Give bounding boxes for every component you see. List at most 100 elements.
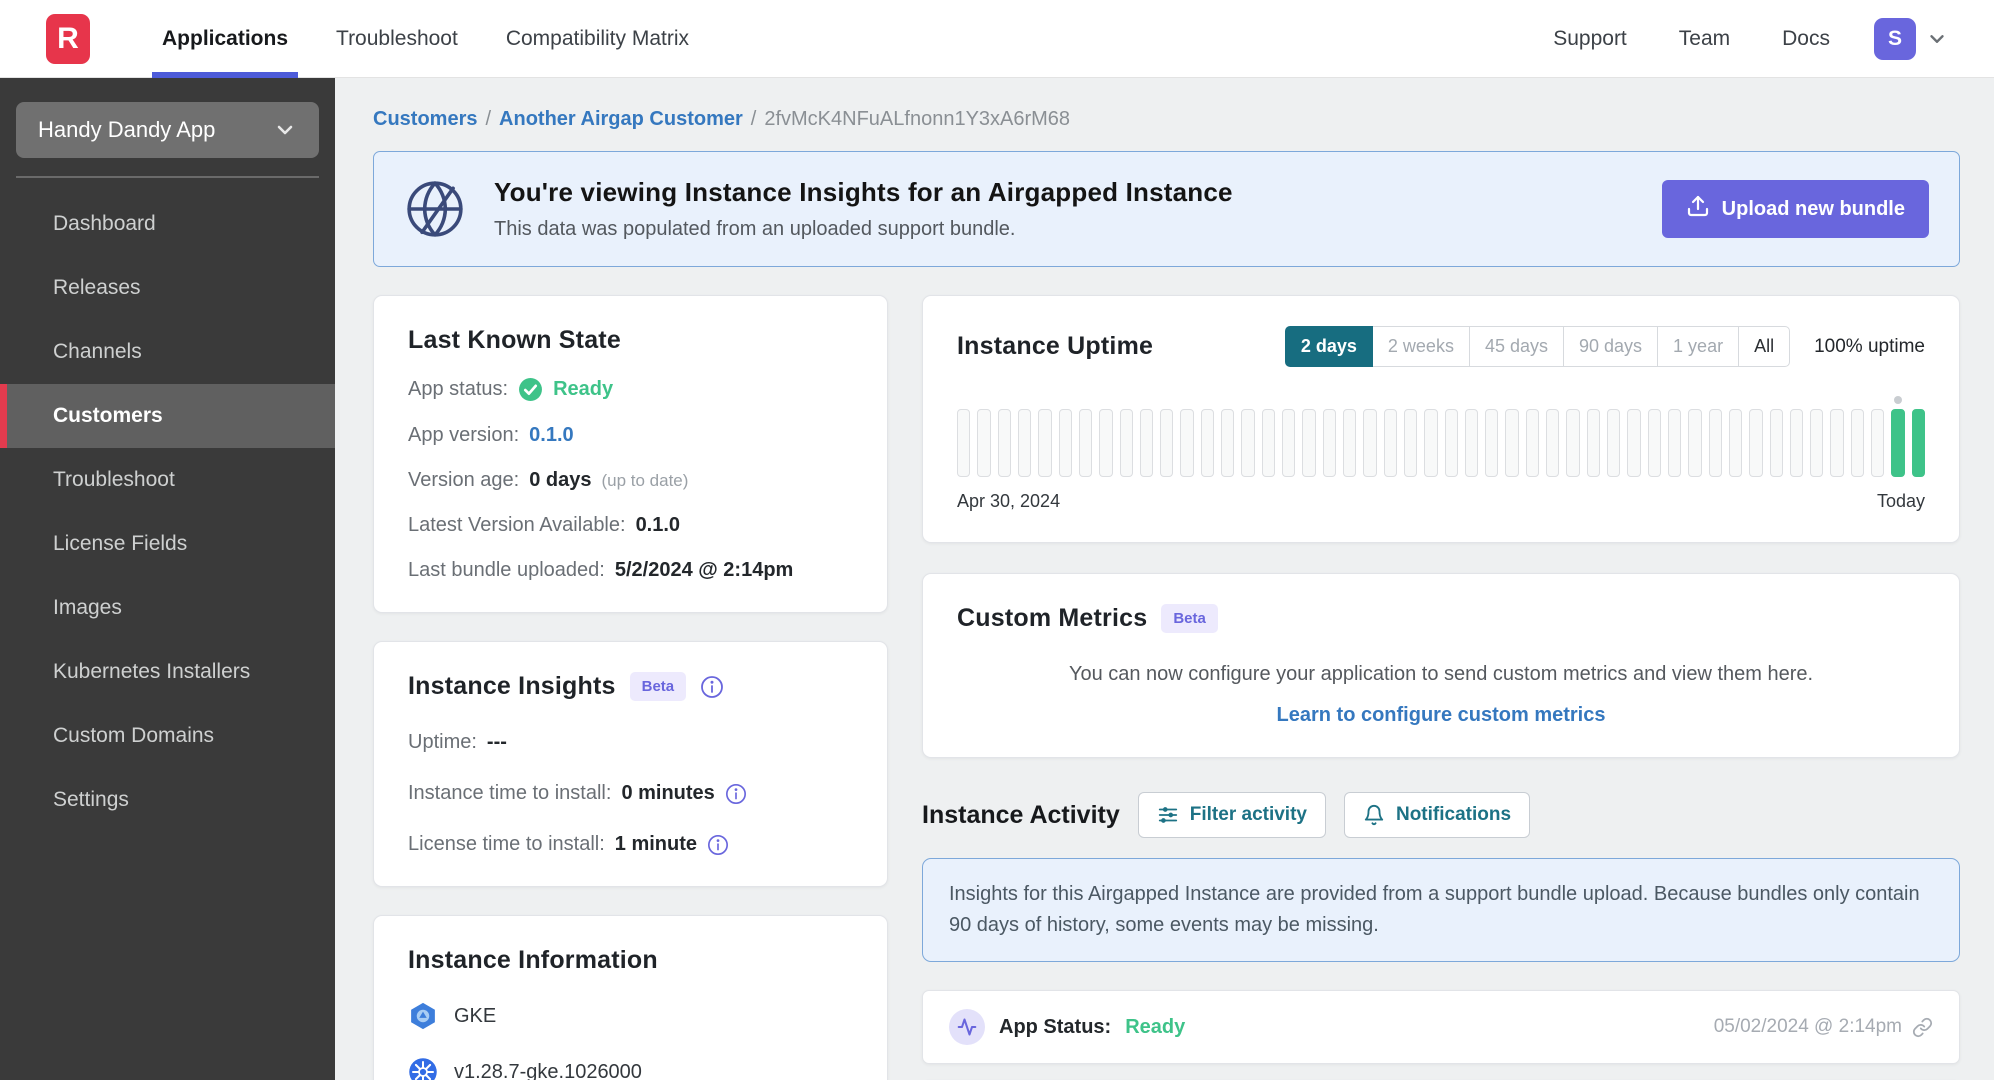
- uptime-bar-empty[interactable]: [1769, 409, 1783, 477]
- sidebar: Handy Dandy App Dashboard Releases Channel…: [0, 78, 335, 1080]
- uptime-bar-empty[interactable]: [1363, 409, 1377, 477]
- uptime-bar-empty[interactable]: [1241, 409, 1255, 477]
- uptime-bar-empty[interactable]: [1607, 409, 1621, 477]
- uptime-bar-empty[interactable]: [1302, 409, 1316, 477]
- sidebar-item-troubleshoot[interactable]: Troubleshoot: [0, 448, 335, 512]
- uptime-bar-empty[interactable]: [1200, 409, 1215, 477]
- banner-subtitle: This data was populated from an uploaded…: [494, 218, 1016, 240]
- k8s-version-value: v1.28.7-gke.1026000: [454, 1060, 642, 1080]
- uptime-bar-empty[interactable]: [1525, 409, 1540, 477]
- uptime-bar-empty[interactable]: [1058, 409, 1072, 477]
- topnav-item-docs[interactable]: Docs: [1756, 27, 1856, 51]
- app-selector-dropdown[interactable]: Handy Dandy App: [16, 102, 319, 158]
- info-icon[interactable]: [707, 834, 729, 856]
- uptime-bar-empty[interactable]: [997, 409, 1011, 477]
- uptime-bar-empty[interactable]: [1708, 409, 1722, 477]
- airgap-banner: You're viewing Instance Insights for an …: [373, 151, 1960, 267]
- uptime-percentage: 100% uptime: [1814, 335, 1925, 357]
- instance-insights-card: Instance Insights Beta Uptime: --- Insta…: [373, 641, 888, 887]
- uptime-bar-empty[interactable]: [1647, 409, 1661, 477]
- uptime-bar-empty[interactable]: [1180, 409, 1194, 477]
- uptime-bar-empty[interactable]: [1464, 409, 1479, 477]
- uptime-bar-empty[interactable]: [1667, 409, 1682, 477]
- uptime-bar-empty[interactable]: [1871, 409, 1885, 477]
- uptime-bar-empty[interactable]: [1322, 409, 1336, 477]
- uptime-bar-empty[interactable]: [1789, 409, 1804, 477]
- configure-custom-metrics-link[interactable]: Learn to configure custom metrics: [1277, 704, 1606, 726]
- uptime-bar-empty[interactable]: [1850, 409, 1865, 477]
- info-icon[interactable]: [725, 783, 747, 805]
- event-link-icon[interactable]: [1912, 1017, 1933, 1038]
- info-icon[interactable]: [700, 675, 724, 699]
- uptime-bar-empty[interactable]: [1485, 409, 1499, 477]
- sidebar-item-channels[interactable]: Channels: [0, 320, 335, 384]
- replicated-logo[interactable]: R: [46, 13, 90, 64]
- uptime-bar-empty[interactable]: [1038, 409, 1052, 477]
- uptime-range-2-days[interactable]: 2 days: [1284, 326, 1373, 367]
- uptime-bar-empty[interactable]: [1383, 409, 1397, 477]
- uptime-range-2-weeks[interactable]: 2 weeks: [1371, 326, 1470, 367]
- uptime-bar-empty[interactable]: [1160, 409, 1174, 477]
- sidebar-item-custom-domains[interactable]: Custom Domains: [0, 704, 335, 768]
- uptime-bar-empty[interactable]: [1444, 409, 1458, 477]
- uptime-range-45-days[interactable]: 45 days: [1468, 326, 1564, 367]
- sidebar-item-releases[interactable]: Releases: [0, 256, 335, 320]
- upload-new-bundle-button[interactable]: Upload new bundle: [1661, 180, 1929, 238]
- sidebar-item-customers[interactable]: Customers: [0, 384, 335, 448]
- topnav-item-applications[interactable]: Applications: [138, 0, 312, 78]
- uptime-bar-empty[interactable]: [1424, 409, 1438, 477]
- airgap-history-notice: Insights for this Airgapped Instance are…: [922, 858, 1960, 962]
- uptime-bar-empty[interactable]: [1586, 409, 1600, 477]
- license-install-value: 1 minute: [614, 833, 698, 855]
- uptime-bar-empty[interactable]: [1119, 409, 1133, 477]
- uptime-bar-empty[interactable]: [1078, 409, 1093, 477]
- topnav-item-compatibility-matrix[interactable]: Compatibility Matrix: [482, 0, 713, 78]
- uptime-bar-up[interactable]: [1891, 396, 1905, 477]
- user-avatar[interactable]: S: [1874, 17, 1916, 60]
- uptime-range-90-days[interactable]: 90 days: [1563, 326, 1659, 367]
- breadcrumb-item-customers[interactable]: Customers: [373, 108, 477, 130]
- app-version-link[interactable]: 0.1.0: [529, 424, 573, 447]
- uptime-bar-empty[interactable]: [1688, 409, 1702, 477]
- uptime-bar-empty[interactable]: [1261, 409, 1275, 477]
- instance-information-title: Instance Information: [408, 946, 658, 974]
- sidebar-item-kubernetes-installers[interactable]: Kubernetes Installers: [0, 640, 335, 704]
- sidebar-item-dashboard[interactable]: Dashboard: [0, 192, 335, 256]
- sidebar-item-settings[interactable]: Settings: [0, 768, 335, 832]
- uptime-bar-empty[interactable]: [1139, 409, 1154, 477]
- uptime-bar-empty[interactable]: [1566, 409, 1580, 477]
- beta-badge: Beta: [1161, 604, 1218, 633]
- uptime-range-all[interactable]: All: [1738, 326, 1791, 367]
- sidebar-item-images[interactable]: Images: [0, 576, 335, 640]
- topnav-item-support[interactable]: Support: [1527, 27, 1653, 51]
- sidebar-item-license-fields[interactable]: License Fields: [0, 512, 335, 576]
- custom-metrics-card: Custom Metrics Beta You can now configur…: [922, 573, 1960, 758]
- uptime-bar-up[interactable]: [1911, 409, 1925, 477]
- uptime-bar-empty[interactable]: [1810, 409, 1824, 477]
- notifications-button[interactable]: Notifications: [1343, 792, 1531, 838]
- uptime-bar-empty[interactable]: [1546, 409, 1560, 477]
- account-chevron-down-icon[interactable]: [1926, 28, 1948, 50]
- topnav-item-troubleshoot[interactable]: Troubleshoot: [312, 0, 482, 78]
- uptime-bar-empty[interactable]: [1017, 409, 1032, 477]
- uptime-bar-empty[interactable]: [1282, 409, 1296, 477]
- breadcrumb-item-another-airgap-customer[interactable]: Another Airgap Customer: [499, 108, 743, 130]
- uptime-bar-empty[interactable]: [1099, 409, 1113, 477]
- uptime-bar-empty[interactable]: [1342, 409, 1357, 477]
- uptime-bar-empty[interactable]: [1403, 409, 1418, 477]
- beta-badge: Beta: [629, 672, 687, 701]
- sliders-icon: [1157, 804, 1179, 826]
- uptime-bar-empty[interactable]: [1505, 409, 1519, 477]
- instance-install-value: 0 minutes: [621, 782, 715, 804]
- uptime-bar-empty[interactable]: [1728, 409, 1743, 477]
- uptime-bar-empty[interactable]: [977, 409, 991, 477]
- uptime-bar-empty[interactable]: [1221, 409, 1235, 477]
- uptime-bar-empty[interactable]: [1627, 409, 1641, 477]
- topnav-item-team[interactable]: Team: [1653, 27, 1756, 51]
- filter-activity-button[interactable]: Filter activity: [1137, 792, 1326, 838]
- chevron-down-icon: [273, 118, 297, 142]
- uptime-range-1-year[interactable]: 1 year: [1657, 326, 1740, 367]
- uptime-bar-empty[interactable]: [957, 409, 971, 477]
- uptime-bar-empty[interactable]: [1830, 409, 1844, 477]
- uptime-bar-empty[interactable]: [1749, 409, 1763, 477]
